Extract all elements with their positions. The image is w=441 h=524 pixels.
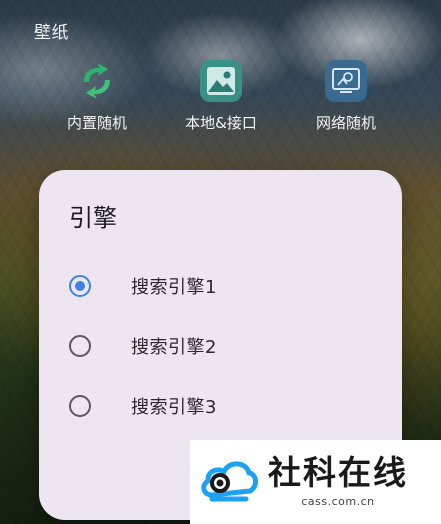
- shortcut-builtin-random[interactable]: 内置随机: [42, 60, 152, 146]
- engine-option-2[interactable]: 搜索引擎2: [69, 316, 379, 376]
- engine-options: 搜索引擎1 搜索引擎2 搜索引擎3: [69, 256, 379, 436]
- engine-option-3[interactable]: 搜索引擎3: [69, 376, 379, 436]
- wallpaper-settings-panel: 壁纸 内置随机 本地&接口 网络随机: [18, 10, 423, 160]
- cloud-logo-icon: [201, 461, 258, 502]
- shortcut-label: 内置随机: [66, 114, 127, 132]
- radio-selected-icon[interactable]: [69, 275, 91, 297]
- watermark-text: 社科在线 cass.com.cn: [268, 456, 408, 508]
- watermark-domain: cass.com.cn: [301, 495, 375, 508]
- shortcut-label: 网络随机: [315, 114, 376, 132]
- option-label: 搜索引擎2: [131, 337, 217, 358]
- shortcut-label: 本地&接口: [185, 114, 257, 132]
- image-icon: [200, 60, 242, 102]
- sync-arrows-icon: [76, 60, 118, 102]
- radio-unselected-icon[interactable]: [69, 395, 91, 417]
- option-label: 搜索引擎3: [131, 397, 217, 418]
- section-title: 壁纸: [34, 23, 69, 43]
- engine-option-1[interactable]: 搜索引擎1: [69, 256, 379, 316]
- shortcut-network-random[interactable]: 网络随机: [291, 60, 401, 146]
- option-label: 搜索引擎1: [131, 277, 217, 298]
- shortcut-local-api[interactable]: 本地&接口: [166, 60, 276, 146]
- watermark-name: 社科在线: [268, 453, 408, 492]
- radio-unselected-icon[interactable]: [69, 335, 91, 357]
- web-image-icon: [325, 60, 367, 102]
- watermark: 社科在线 cass.com.cn: [190, 440, 441, 524]
- dialog-title: 引擎: [69, 204, 117, 232]
